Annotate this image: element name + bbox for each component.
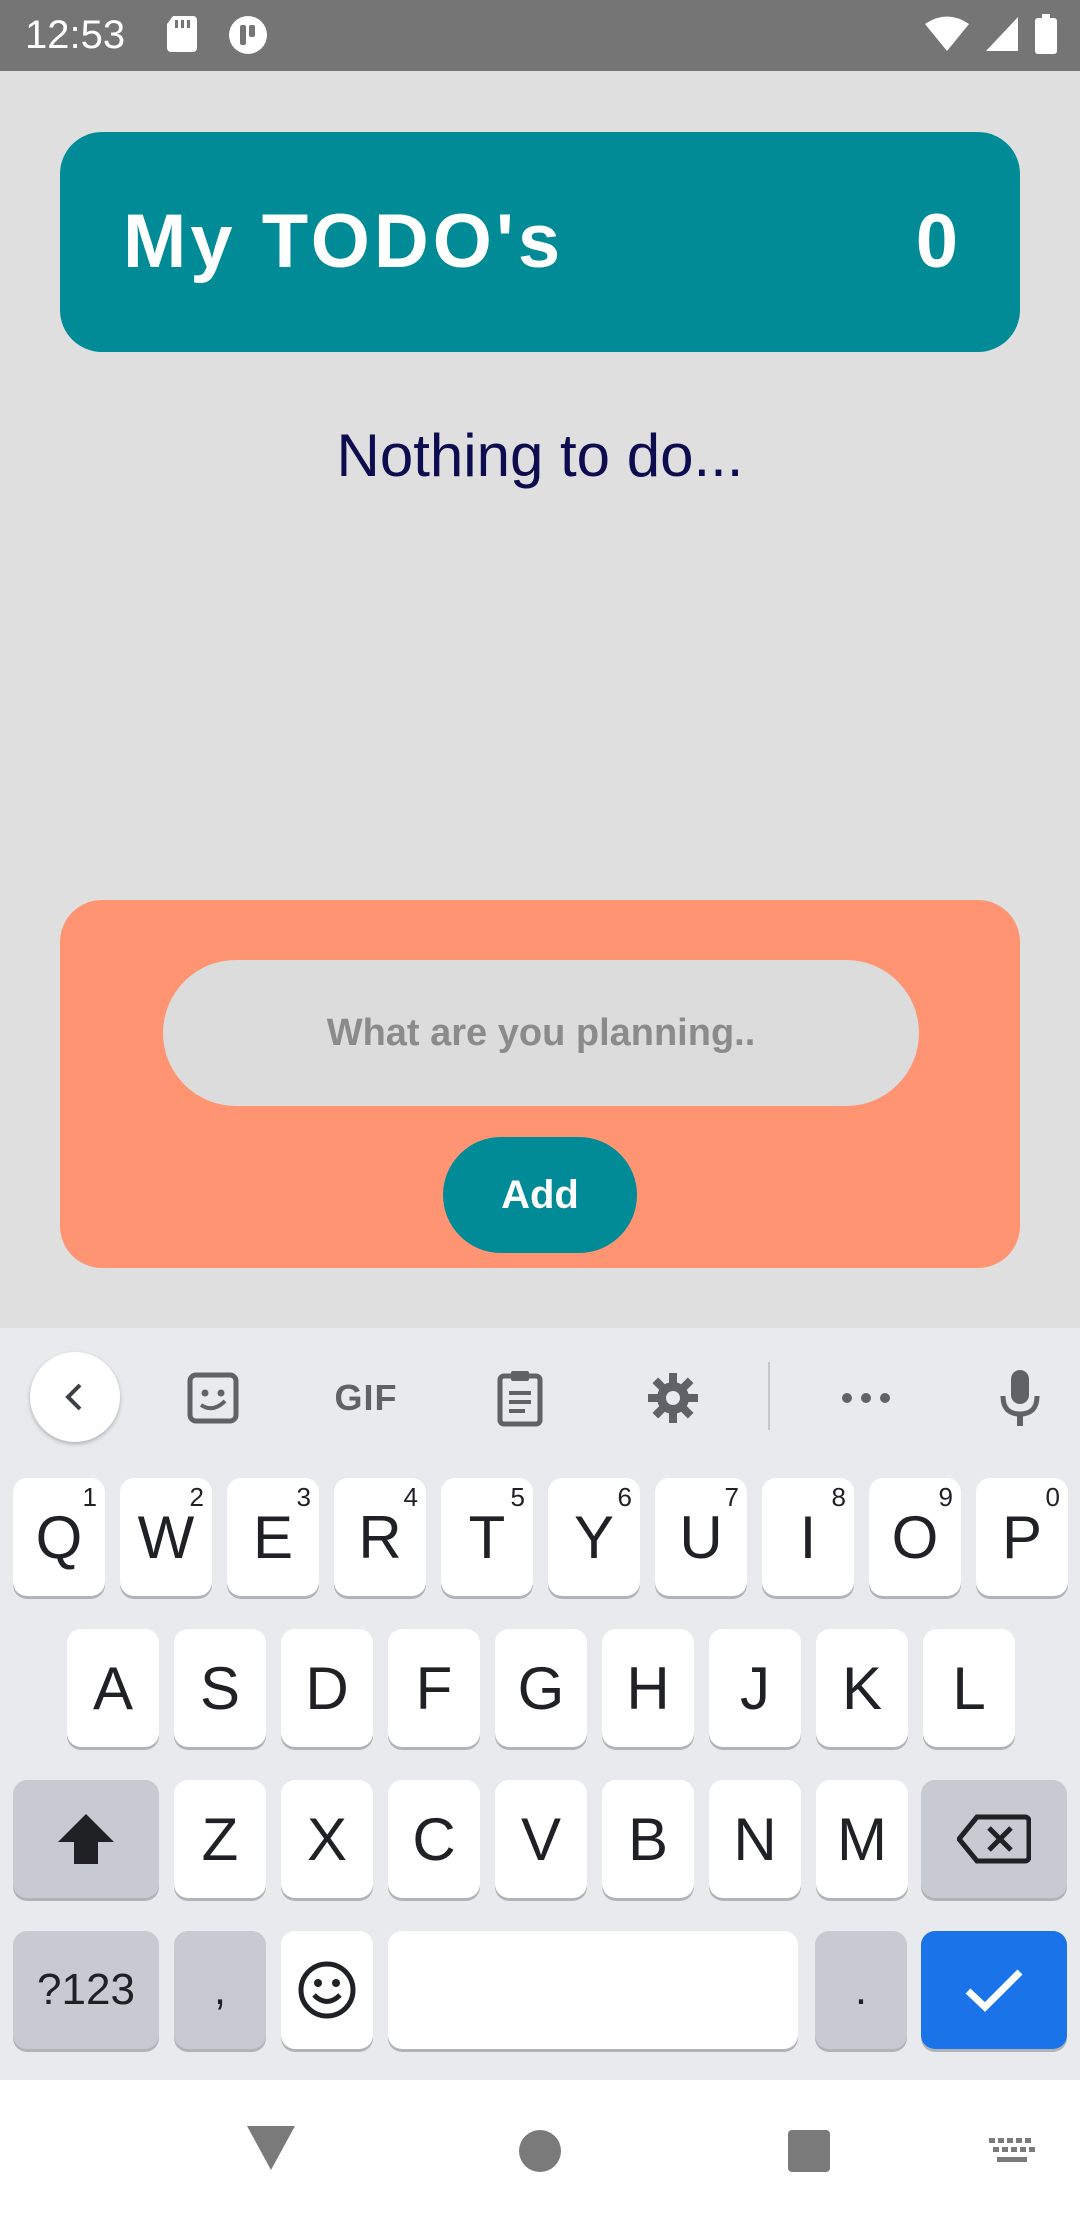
todo-count: 0 <box>915 199 958 284</box>
shift-key[interactable] <box>13 1780 159 1898</box>
toolbar-divider <box>768 1362 770 1430</box>
key-j[interactable]: J <box>709 1629 801 1747</box>
add-todo-form: Add <box>60 900 1020 1268</box>
key-v[interactable]: V <box>495 1780 587 1898</box>
emoji-key[interactable] <box>281 1931 373 2049</box>
todo-input[interactable] <box>163 960 919 1106</box>
key-a[interactable]: A <box>67 1629 159 1747</box>
key-r[interactable]: R4 <box>334 1478 426 1596</box>
key-k[interactable]: K <box>816 1629 908 1747</box>
key-w[interactable]: W2 <box>120 1478 212 1596</box>
clipboard-icon[interactable] <box>480 1358 560 1438</box>
space-key[interactable] <box>388 1931 798 2049</box>
key-n[interactable]: N <box>709 1780 801 1898</box>
back-nav-icon[interactable] <box>245 2124 297 2172</box>
period-key[interactable]: . <box>815 1931 907 2049</box>
keyboard-switch-icon[interactable] <box>987 2136 1039 2166</box>
recents-nav-icon[interactable] <box>786 2128 832 2174</box>
key-e[interactable]: E3 <box>227 1478 319 1596</box>
key-q[interactable]: Q1 <box>13 1478 105 1596</box>
more-icon[interactable] <box>826 1358 906 1438</box>
soft-keyboard: GIF Q1 W2 E3 R4 T5 Y6 U7 I8 O9 P0 A S D … <box>0 1328 1080 2080</box>
back-chevron-icon[interactable] <box>30 1352 120 1442</box>
key-h[interactable]: H <box>602 1629 694 1747</box>
status-time: 12:53 <box>25 13 126 57</box>
key-y[interactable]: Y6 <box>548 1478 640 1596</box>
symbols-key[interactable]: ?123 <box>13 1931 159 2049</box>
empty-state-message: Nothing to do... <box>336 422 744 489</box>
key-t[interactable]: T5 <box>441 1478 533 1596</box>
key-b[interactable]: B <box>602 1780 694 1898</box>
sticker-icon[interactable] <box>173 1358 253 1438</box>
key-l[interactable]: L <box>923 1629 1015 1747</box>
settings-icon[interactable] <box>633 1358 713 1438</box>
key-f[interactable]: F <box>388 1629 480 1747</box>
key-p[interactable]: P0 <box>976 1478 1068 1596</box>
app-notification-icon <box>227 14 269 61</box>
key-i[interactable]: I8 <box>762 1478 854 1596</box>
key-u[interactable]: U7 <box>655 1478 747 1596</box>
microphone-icon[interactable] <box>980 1358 1060 1438</box>
wifi-icon <box>924 15 970 58</box>
key-d[interactable]: D <box>281 1629 373 1747</box>
key-m[interactable]: M <box>816 1780 908 1898</box>
sd-card-icon <box>165 14 199 61</box>
key-g[interactable]: G <box>495 1629 587 1747</box>
battery-icon <box>1034 14 1058 59</box>
key-s[interactable]: S <box>174 1629 266 1747</box>
system-nav-bar <box>0 2080 1080 2220</box>
emoji-icon <box>298 1961 356 2019</box>
key-o[interactable]: O9 <box>869 1478 961 1596</box>
page-title: My TODO's <box>123 199 565 284</box>
backspace-icon <box>957 1814 1031 1864</box>
header-card: My TODO's 0 <box>60 132 1020 352</box>
gif-icon[interactable]: GIF <box>326 1358 406 1438</box>
enter-key[interactable] <box>921 1931 1067 2049</box>
comma-key[interactable]: , <box>174 1931 266 2049</box>
add-button[interactable]: Add <box>443 1137 637 1253</box>
status-bar: 12:53 <box>0 0 1080 71</box>
signal-icon <box>984 15 1020 58</box>
home-nav-icon[interactable] <box>517 2128 563 2174</box>
backspace-key[interactable] <box>921 1780 1067 1898</box>
key-x[interactable]: X <box>281 1780 373 1898</box>
key-z[interactable]: Z <box>174 1780 266 1898</box>
check-icon <box>965 1969 1023 2012</box>
shift-icon <box>58 1814 114 1864</box>
key-c[interactable]: C <box>388 1780 480 1898</box>
keyboard-toolbar: GIF <box>0 1328 1080 1466</box>
